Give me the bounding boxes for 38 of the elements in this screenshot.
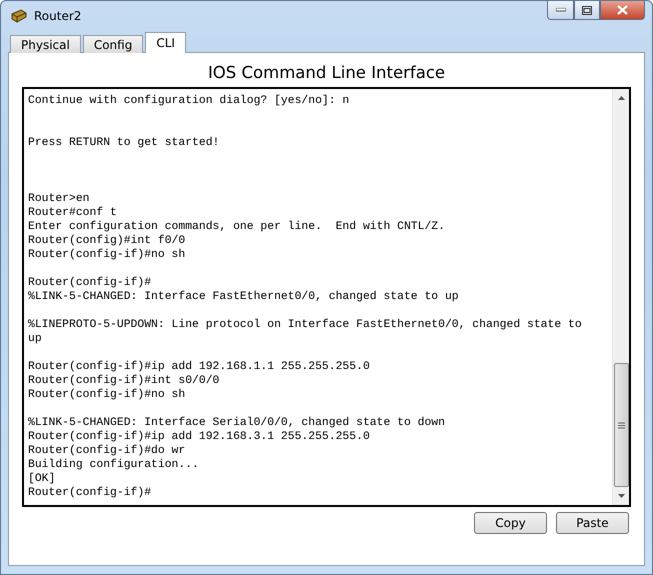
scrollbar-thumb[interactable]	[614, 363, 628, 487]
terminal-console[interactable]	[22, 87, 631, 507]
close-button[interactable]	[600, 1, 645, 20]
close-icon	[617, 5, 628, 15]
console-line: Continue with configuration dialog? [yes/no]: n	[28, 94, 350, 108]
console-line: Enter configuration commands, one per line. End with CNTL/Z.	[28, 220, 446, 234]
minimize-button[interactable]	[547, 1, 574, 20]
console-line: [OK]	[28, 472, 56, 486]
console-line: %LINK-5-CHANGED: Interface FastEthernet0/0, changed state to up	[28, 290, 460, 304]
console-line: Router(config-if)#int s0/0/0	[28, 374, 220, 388]
tab[interactable]: Config	[82, 35, 144, 53]
console-line: Router(config-if)#no sh	[28, 248, 186, 262]
console-line: Press RETURN to get started!	[28, 136, 220, 150]
console-line: Router(config-if)#do wr	[28, 444, 186, 458]
console-line: Router(config-if)#ip add 192.168.3.1 255.255.255.0	[28, 430, 371, 444]
console-line: Router>en	[28, 192, 91, 206]
console-line: Router(config-if)#	[28, 486, 152, 500]
router-icon	[10, 8, 28, 24]
grip-icon	[618, 422, 624, 428]
console-line: Router(config-if)#	[28, 276, 152, 290]
tab[interactable]: Physical	[10, 35, 81, 53]
copy-button[interactable]: Copy	[474, 512, 547, 534]
window-title: Router2	[34, 9, 82, 23]
tab[interactable]: CLI	[145, 32, 186, 53]
console-line: Router#conf t	[28, 206, 118, 220]
console-line: %LINK-5-CHANGED: Interface Serial0/0/0, changed state to down	[28, 416, 446, 430]
console-line: %LINEPROTO-5-UPDOWN: Line protocol on Interface FastEthernet0/0, changed state to	[28, 318, 583, 332]
console-line: Router(config-if)#no sh	[28, 388, 186, 402]
paste-button[interactable]: Paste	[556, 512, 629, 534]
console-line: Router(config-if)#ip add 192.168.1.1 255.255.255.0	[28, 360, 371, 374]
maximize-icon	[582, 6, 592, 14]
console-line: Building configuration...	[28, 458, 200, 472]
scrollbar[interactable]	[612, 89, 629, 505]
minimize-icon	[556, 8, 566, 12]
maximize-button[interactable]	[574, 1, 600, 20]
console-line: Router(config)#int f0/0	[28, 234, 186, 248]
console-line: up	[28, 332, 43, 346]
panel-heading: IOS Command Line Interface	[206, 62, 446, 84]
